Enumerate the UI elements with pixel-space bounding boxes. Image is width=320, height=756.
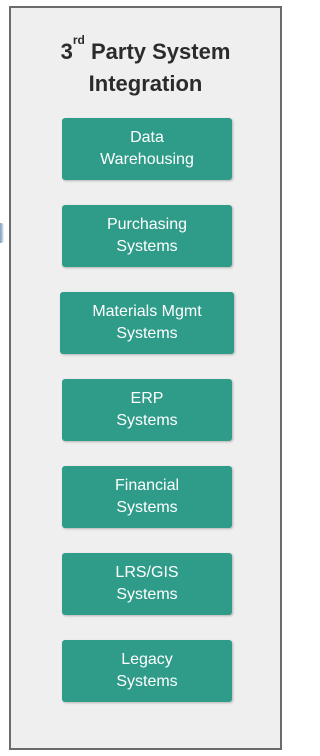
system-box-legacy[interactable]: Legacy Systems [62, 640, 232, 702]
system-box-financial[interactable]: Financial Systems [62, 466, 232, 528]
system-box-materials-mgmt[interactable]: Materials Mgmt Systems [60, 292, 234, 354]
title-line-2: Integration [88, 71, 203, 96]
system-box-purchasing[interactable]: Purchasing Systems [62, 205, 232, 267]
system-label: Purchasing Systems [106, 216, 188, 255]
system-label: ERP Systems [116, 390, 178, 429]
title-number: 3 [60, 39, 73, 64]
system-label: Materials Mgmt Systems [92, 303, 202, 342]
system-label: LRS/GIS Systems [115, 564, 179, 603]
system-box-lrs-gis[interactable]: LRS/GIS Systems [62, 553, 232, 615]
third-party-integration-panel: 3rd Party System Integration Data Wareho… [9, 6, 282, 750]
title-ordinal-suffix: rd [72, 33, 85, 47]
system-box-erp[interactable]: ERP Systems [62, 379, 232, 441]
system-label: Data Warehousing [100, 129, 194, 168]
panel-title: 3rd Party System Integration [11, 33, 280, 100]
system-box-data-warehousing[interactable]: Data Warehousing [62, 118, 232, 180]
incoming-connector-arrow [0, 223, 4, 243]
system-label: Legacy Systems [116, 651, 178, 690]
system-label: Financial Systems [114, 477, 180, 516]
title-line-1: Party System [84, 39, 231, 64]
